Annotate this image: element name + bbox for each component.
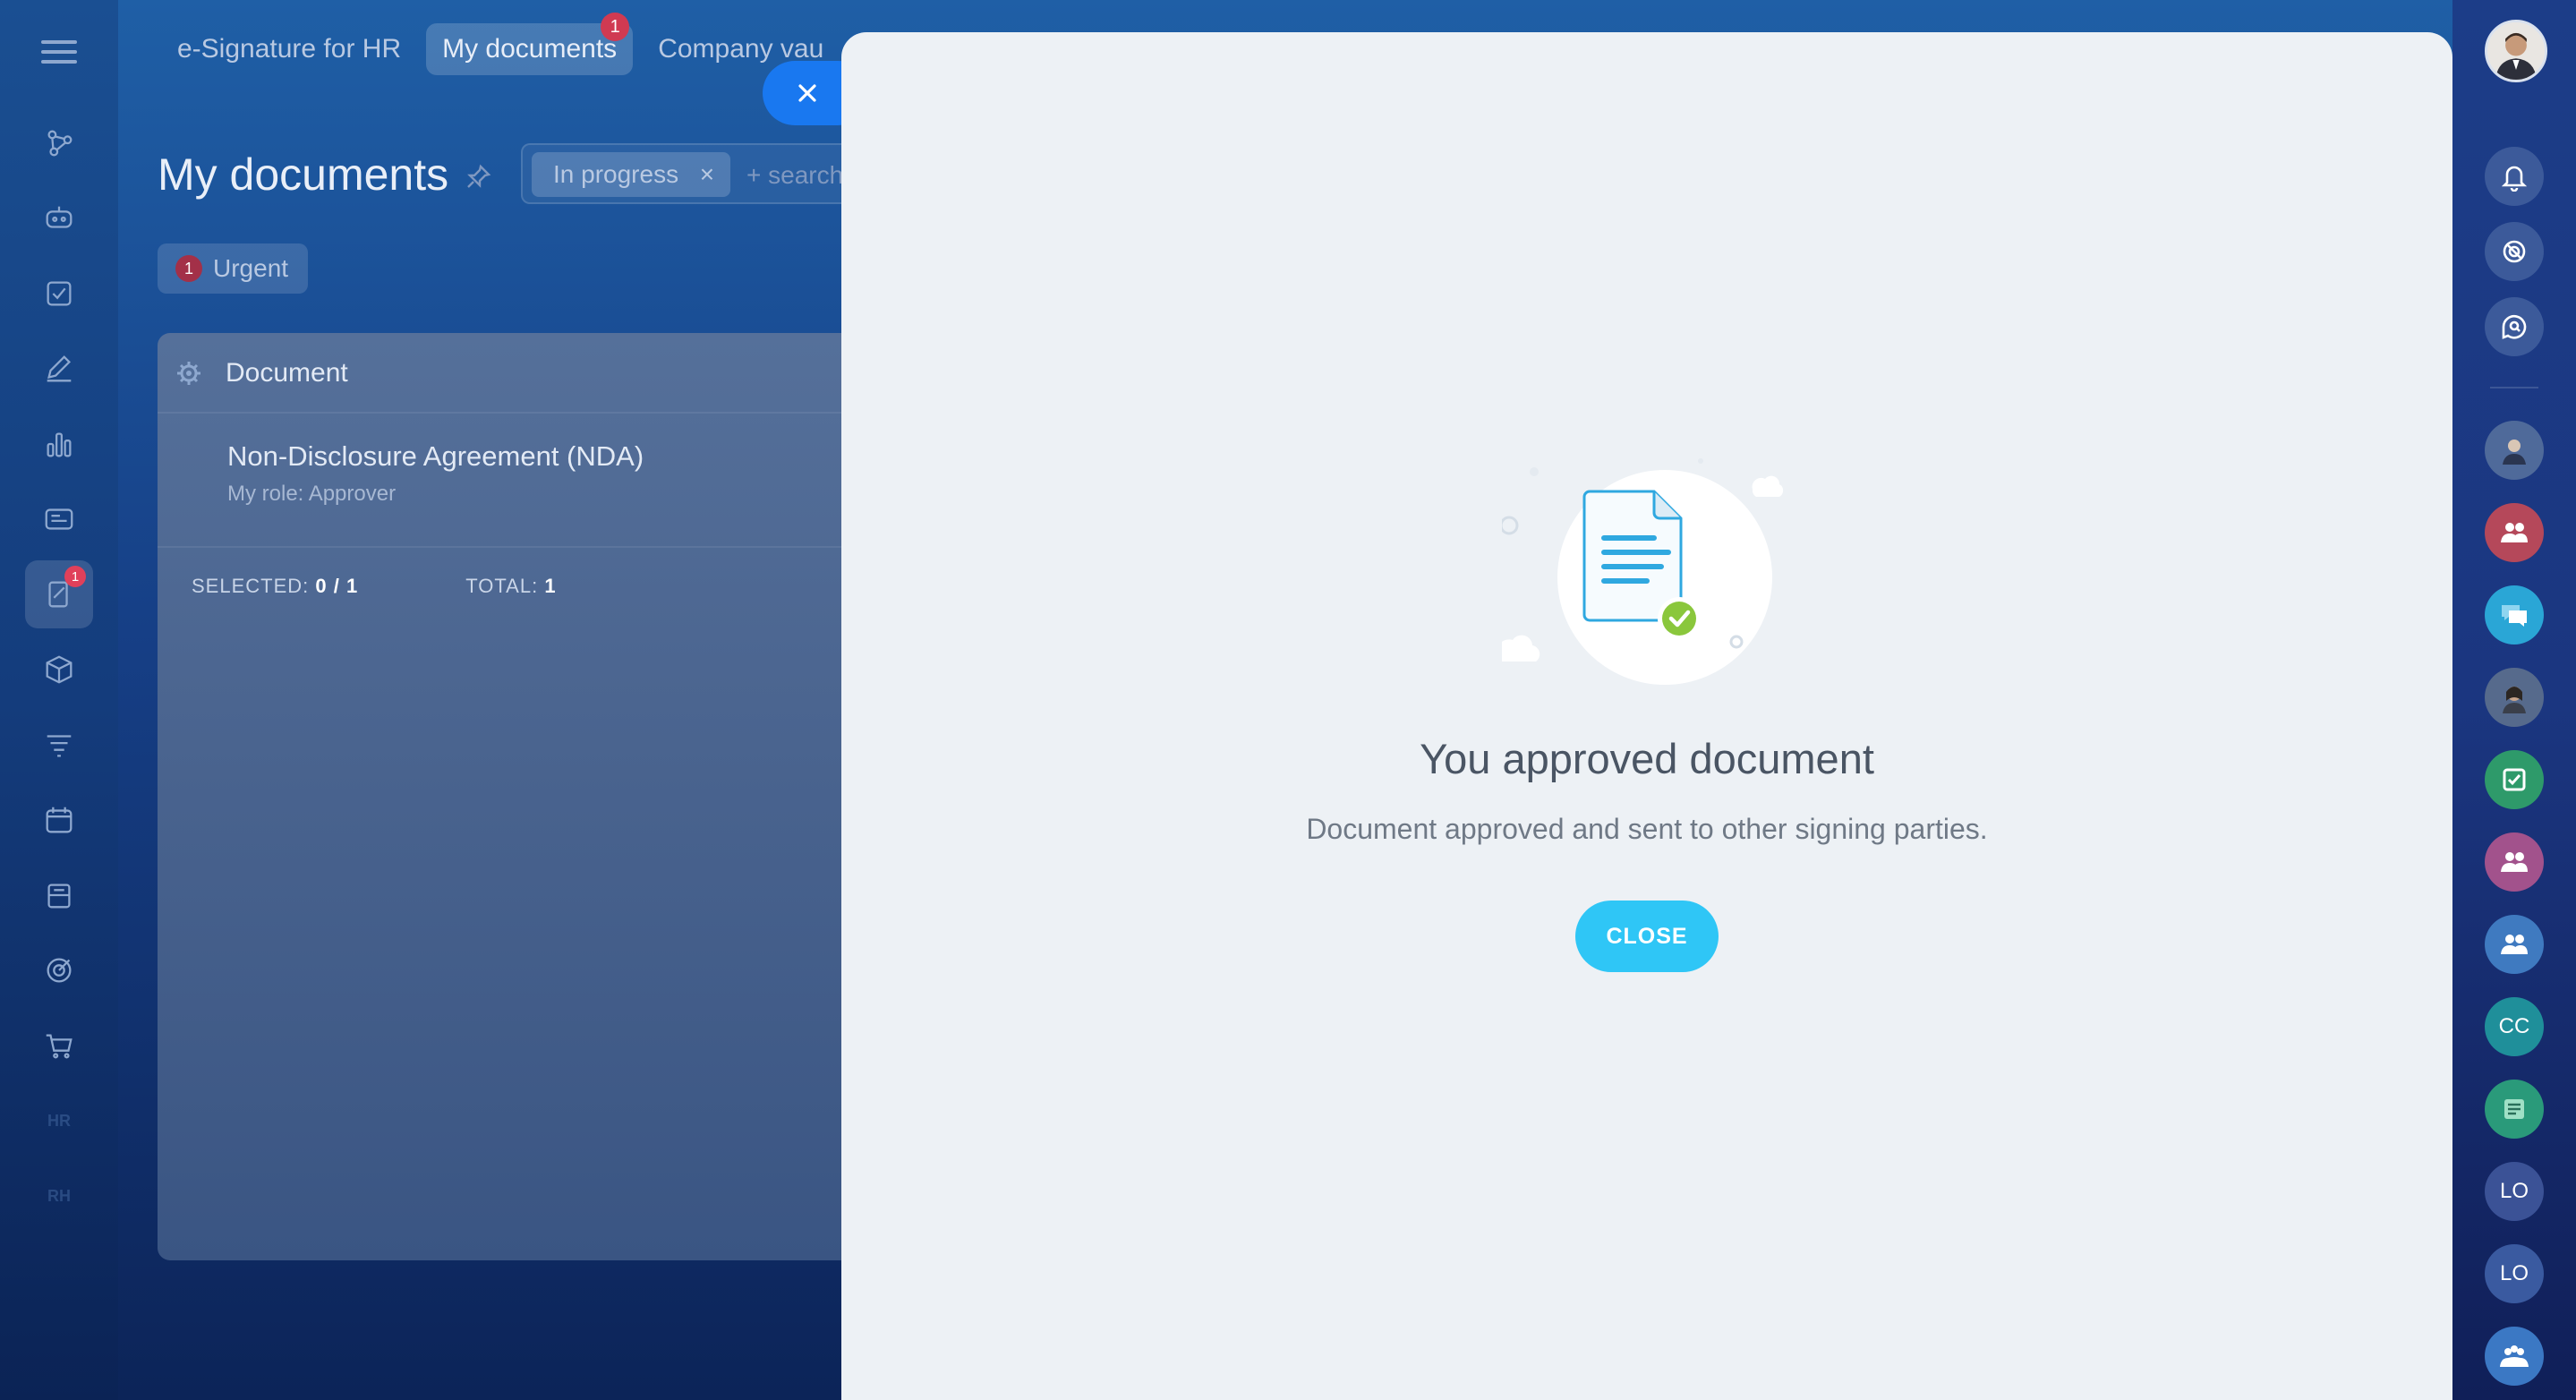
tasks-icon[interactable] [25,274,93,313]
sidebar-divider [2490,387,2538,388]
sales-funnel-icon[interactable] [25,725,93,764]
person-avatar-icon [2503,687,2526,713]
urgent-count-badge: 1 [175,255,202,282]
result-description: Document approved and sent to other sign… [1306,813,1988,845]
bell-icon [2501,166,2528,192]
document-role: My role: Approver [227,482,397,506]
menu-icon[interactable] [41,34,77,70]
tab-label: My documents [442,34,618,64]
close-button[interactable]: CLOSE [1575,901,1719,972]
user-avatar[interactable] [2485,20,2547,82]
rail-badge: 1 [64,566,86,587]
left-navigation-rail: 1 HR RH [0,0,118,1400]
chat-tasks-5[interactable] [2485,750,2544,809]
news-icon [2504,1099,2524,1119]
group-icon [2501,852,2528,872]
column-header-document[interactable]: Document [226,358,348,388]
crm-icon[interactable] [25,124,93,163]
approval-result-slider: You approved document Document approved … [841,32,2452,1400]
selected-count: SELECTED: 0 / 1 [192,575,358,598]
chat-open-lines-3[interactable] [2485,585,2544,645]
notifications-button[interactable] [2485,147,2544,206]
filter-chip-in-progress[interactable]: In progress × [532,152,731,197]
task-check-icon [2503,768,2526,791]
calendar-icon[interactable] [25,800,93,840]
search-chats-button[interactable] [2485,297,2544,356]
chat-news-9[interactable] [2485,1080,2544,1139]
company-icon[interactable] [25,875,93,915]
pin-icon[interactable] [464,163,492,192]
analytics-icon[interactable] [25,424,93,464]
hr-item[interactable]: HR [25,1101,93,1140]
rh-label: RH [47,1186,71,1205]
total-label: TOTAL: [465,575,539,597]
chat-lo-2[interactable]: LO [2485,1244,2544,1303]
person-avatar-icon [2503,440,2526,465]
chat-group-6[interactable] [2485,832,2544,892]
documents-table: Document Non-Disclosure Agreement (NDA) … [158,333,856,1260]
group-icon [2501,935,2528,954]
contact-center-icon[interactable] [25,499,93,539]
tab-my-documents[interactable]: My documents 1 [426,13,634,75]
group-icon [2500,1345,2529,1367]
chat-initials: CC [2498,1014,2530,1038]
chat-group-12[interactable] [2485,1327,2544,1386]
inventory-icon[interactable] [25,650,93,689]
automation-icon[interactable] [25,199,93,238]
chat-initials: LO [2499,1179,2529,1203]
chat-initials: LO [2499,1261,2529,1285]
rh-item[interactable]: RH [25,1176,93,1216]
filter-search-box[interactable]: In progress × + search [521,143,897,204]
close-icon [798,84,816,102]
chat-avatar-4[interactable] [2485,668,2544,727]
right-sidebar: CC LO LO [2452,0,2576,1400]
hr-label: HR [47,1111,71,1130]
chat-avatar-1[interactable] [2485,421,2544,480]
search-placeholder[interactable]: + search [746,161,843,190]
remove-filter-icon[interactable]: × [700,152,714,197]
tab-label: Company vau [658,34,824,64]
table-row[interactable]: Non-Disclosure Agreement (NDA) My role: … [158,414,856,548]
goals-icon[interactable] [25,951,93,990]
table-header: Document [158,333,856,414]
chat-group-2[interactable] [2485,503,2544,562]
shop-cart-icon[interactable] [25,1026,93,1065]
total-value: 1 [544,575,557,597]
urgent-label: Urgent [213,254,289,282]
urgent-filter-chip[interactable]: 1 Urgent [158,243,309,294]
result-title: You approved document [1420,735,1874,782]
tab-badge: 1 [601,13,630,41]
total-count: TOTAL: 1 [465,575,556,598]
e-signature-icon[interactable]: 1 [25,560,93,628]
chat-search-icon [2502,314,2527,339]
group-icon [2501,523,2528,542]
user-avatar-image [2487,22,2545,80]
approved-document-illustration [1502,458,1784,685]
copilot-icon [2503,240,2526,263]
selected-value: 0 / 1 [315,575,359,597]
document-title-link[interactable]: Non-Disclosure Agreement (NDA) [227,440,644,473]
sign-icon[interactable] [25,349,93,388]
chat-group-7[interactable] [2485,915,2544,974]
page-title: My documents [158,149,449,200]
tab-e-signature-hr[interactable]: e-Signature for HR [161,23,417,75]
filter-chip-label: In progress [553,160,679,188]
gear-icon[interactable] [175,360,202,387]
tab-label: e-Signature for HR [177,34,402,64]
copilot-button[interactable] [2485,222,2544,281]
chat-bubbles-icon [2502,605,2527,627]
chat-cc[interactable]: CC [2485,997,2544,1056]
selected-label: SELECTED: [192,575,310,597]
table-footer: SELECTED: 0 / 1 TOTAL: 1 [192,575,557,598]
chat-lo-1[interactable]: LO [2485,1162,2544,1221]
